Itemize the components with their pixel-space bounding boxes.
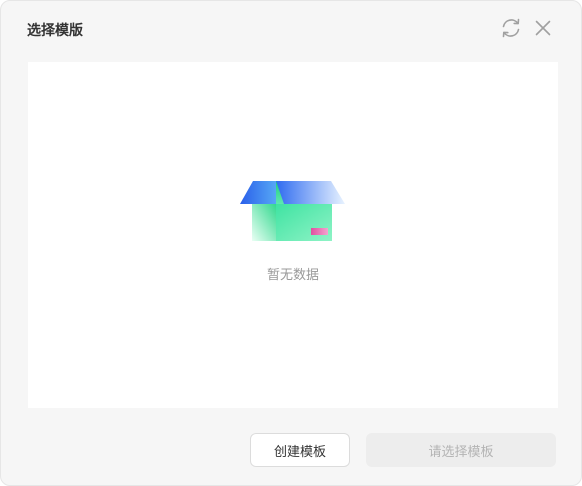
header-actions [499, 16, 555, 40]
close-icon[interactable] [531, 16, 555, 40]
select-template-button[interactable]: 请选择模板 [366, 433, 556, 467]
empty-state-text: 暂无数据 [266, 267, 319, 282]
dialog-title: 选择模版 [27, 22, 83, 38]
empty-state: 暂无数据 [28, 180, 558, 284]
refresh-icon[interactable] [499, 16, 523, 40]
empty-box-icon [240, 181, 345, 241]
select-template-dialog: 选择模版 暂无数据 创建模板 请选择模板 [0, 0, 582, 486]
template-list-panel: 暂无数据 [28, 62, 558, 408]
create-template-button[interactable]: 创建模板 [250, 433, 350, 467]
dialog-footer: 创建模板 请选择模板 [250, 433, 556, 467]
